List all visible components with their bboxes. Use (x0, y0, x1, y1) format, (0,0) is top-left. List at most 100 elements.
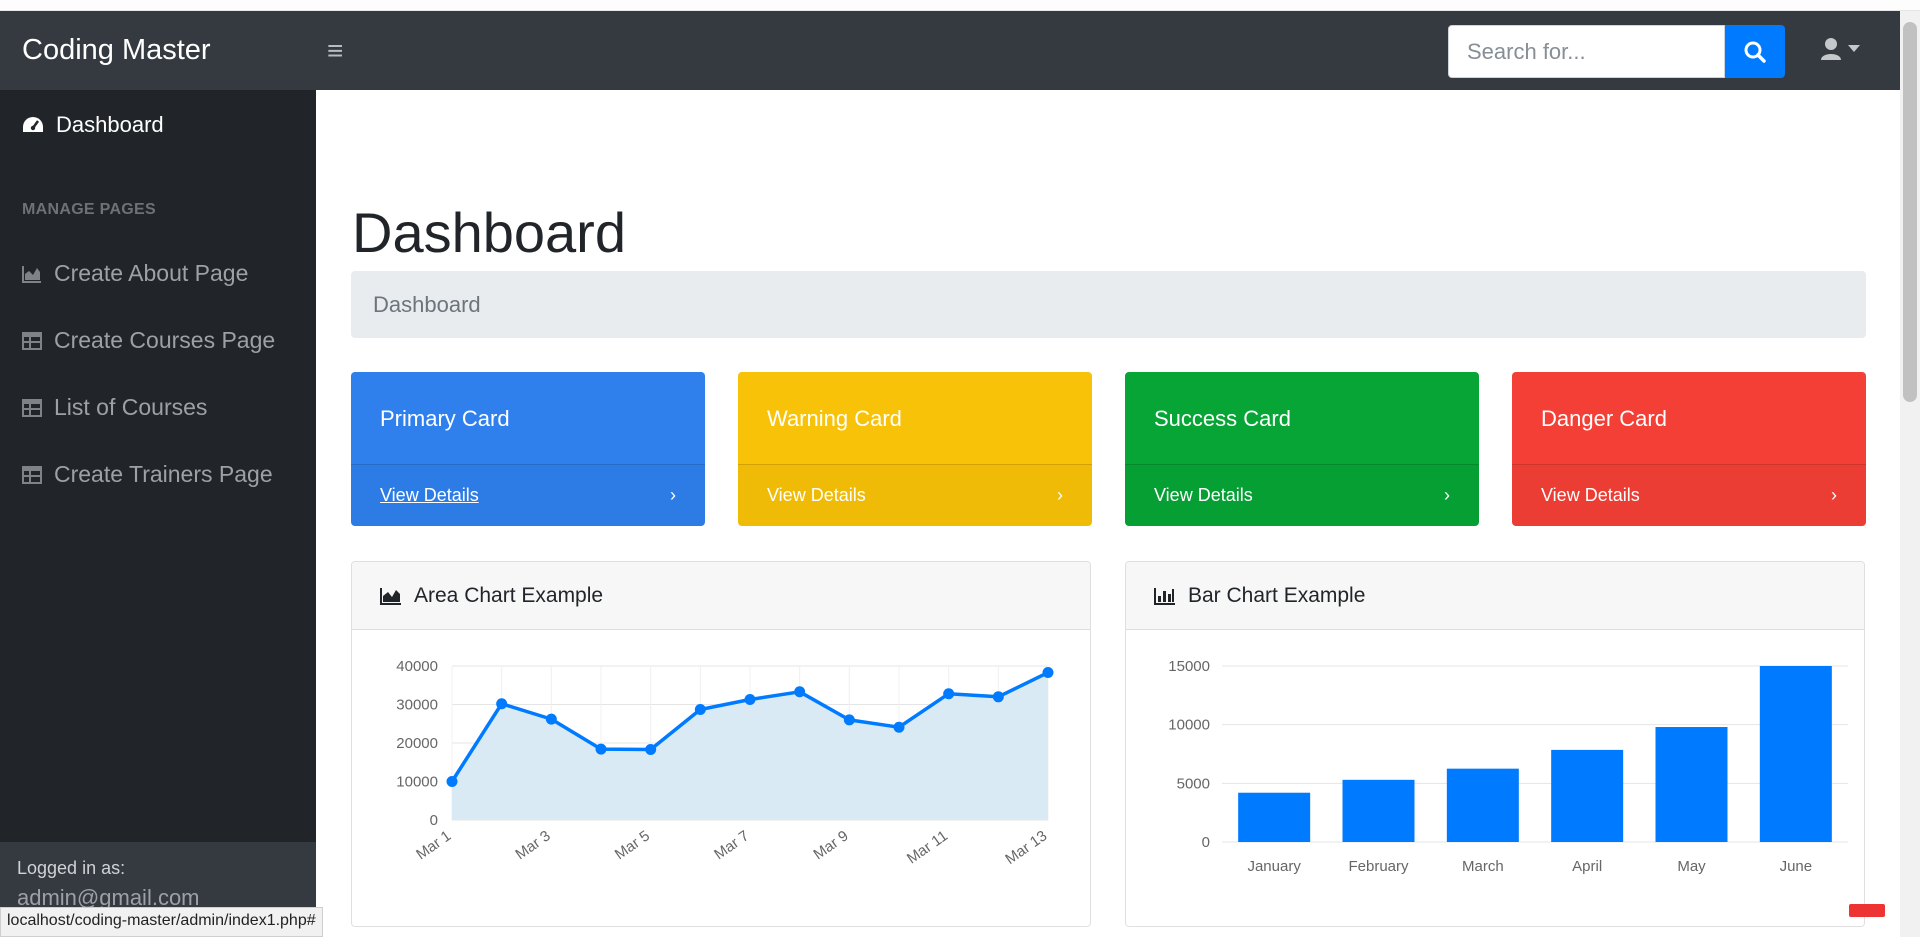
y-tick-label: 20000 (396, 735, 438, 752)
chevron-right-icon: › (1057, 485, 1063, 505)
bar-chart-card: Bar Chart Example 0 5000 10000 15000 January… (1125, 561, 1865, 927)
user-dropdown[interactable] (1820, 37, 1860, 61)
area-chart-card: Area Chart Example 0 10000 20000 30000 40000… (351, 561, 1091, 927)
data-point (645, 744, 657, 756)
page-title: Dashboard (352, 201, 626, 264)
x-tick-label: March (1462, 858, 1504, 875)
bar-chart: 0 5000 10000 15000 January February March April… (1168, 658, 1848, 875)
area-chart-icon (22, 265, 41, 283)
table-icon (22, 331, 42, 350)
sidebar-heading: MANAGE PAGES (22, 201, 156, 218)
card-footer[interactable]: View Details › (1512, 464, 1866, 526)
chevron-right-icon: › (670, 485, 676, 505)
chart-header: Bar Chart Example (1126, 562, 1864, 630)
chart-title: Area Chart Example (414, 583, 604, 607)
x-tick-label: January (1247, 858, 1301, 875)
sidebar-item-create-trainers[interactable]: Create Trainers Page (22, 461, 273, 488)
x-tick-label: February (1348, 858, 1409, 875)
data-point (992, 691, 1004, 703)
card-footer[interactable]: View Details › (738, 464, 1092, 526)
chevron-right-icon: › (1444, 485, 1450, 505)
brand-logo[interactable]: Coding Master (22, 34, 312, 67)
sidebar-item-create-about[interactable]: Create About Page (22, 260, 248, 287)
menu-toggle-icon[interactable]: ≡ (327, 35, 367, 67)
card-title: Danger Card (1541, 406, 1667, 431)
browser-status-bar: localhost/coding-master/admin/index1.php… (0, 907, 323, 937)
y-tick-label: 10000 (1168, 717, 1210, 734)
y-tick-label: 40000 (396, 658, 438, 675)
view-details-link[interactable]: View Details (1541, 485, 1640, 506)
bar (1238, 792, 1311, 842)
area-chart: 0 10000 20000 30000 40000 Mar 1 Mar 3 Mar 5 Mar … (396, 658, 1054, 868)
x-tick-label: Mar 1 (413, 827, 454, 863)
view-details-link[interactable]: View Details (380, 485, 479, 506)
y-tick-label: 15000 (1168, 658, 1210, 675)
x-tick-label: Mar 13 (1002, 827, 1050, 868)
y-tick-label: 0 (430, 812, 438, 829)
x-tick-label: Mar 5 (612, 827, 653, 863)
sidebar-item-label: Create Courses Page (54, 327, 276, 353)
sidebar-item-label: Create About Page (54, 260, 249, 286)
data-point (496, 698, 508, 710)
primary-card: Primary Card View Details › (351, 372, 705, 526)
caret-down-icon (1848, 45, 1860, 52)
search-icon (1744, 41, 1766, 63)
sidebar-item-list-courses[interactable]: List of Courses (22, 394, 207, 421)
chevron-right-icon: › (1831, 485, 1837, 505)
table-icon (22, 465, 42, 484)
table-icon (22, 398, 42, 417)
browser-top-edge (0, 0, 1920, 11)
sidebar-item-label: Create Trainers Page (54, 461, 273, 487)
data-point (595, 743, 607, 755)
bar-chart-icon (1154, 587, 1175, 605)
data-point (744, 693, 756, 705)
top-navbar: Coding Master ≡ (0, 11, 1900, 90)
data-point (545, 713, 557, 725)
area-chart-icon (380, 587, 401, 605)
user-icon (1821, 38, 1841, 60)
search-input[interactable] (1448, 25, 1725, 78)
sidebar-item-dashboard[interactable]: Dashboard (22, 112, 164, 138)
search-form (1448, 25, 1785, 78)
chart-header: Area Chart Example (352, 562, 1090, 630)
bar (1342, 779, 1415, 842)
y-tick-label: 5000 (1177, 775, 1210, 792)
bar (1446, 768, 1519, 842)
search-button[interactable] (1725, 25, 1785, 78)
warning-card: Warning Card View Details › (738, 372, 1092, 526)
y-tick-label: 30000 (396, 697, 438, 714)
x-tick-label: June (1780, 858, 1813, 875)
view-details-link[interactable]: View Details (767, 485, 866, 506)
card-footer[interactable]: View Details › (351, 464, 705, 526)
card-footer[interactable]: View Details › (1125, 464, 1479, 526)
breadcrumb-item[interactable]: Dashboard (373, 292, 481, 318)
x-tick-label: May (1677, 858, 1706, 875)
view-details-link[interactable]: View Details (1154, 485, 1253, 506)
sidebar-item-label: Dashboard (56, 112, 164, 137)
data-point (843, 714, 855, 726)
main-content: Dashboard Dashboard Primary Card View De… (316, 90, 1900, 937)
data-point (943, 688, 955, 700)
data-point (1042, 667, 1054, 679)
x-tick-label: Mar 7 (711, 827, 752, 863)
scrollbar-thumb[interactable] (1903, 22, 1917, 402)
card-title: Success Card (1154, 406, 1291, 431)
corner-badge (1849, 904, 1885, 917)
x-tick-label: Mar 9 (810, 827, 851, 863)
bar (1759, 666, 1832, 842)
success-card: Success Card View Details › (1125, 372, 1479, 526)
x-tick-label: Mar 11 (904, 827, 951, 867)
logged-in-label: Logged in as: (17, 858, 126, 878)
sidebar-item-create-courses[interactable]: Create Courses Page (22, 327, 275, 354)
data-point (893, 721, 905, 733)
data-point (794, 686, 806, 698)
breadcrumb: Dashboard (351, 271, 1866, 338)
x-tick-label: Mar 3 (512, 827, 553, 863)
sidebar: Dashboard MANAGE PAGES Create About Page… (0, 90, 316, 937)
data-point (446, 776, 458, 787)
card-title: Primary Card (380, 406, 510, 431)
x-tick-label: April (1572, 858, 1602, 875)
bar (1551, 749, 1624, 842)
chart-title: Bar Chart Example (1188, 583, 1366, 607)
tachometer-icon (23, 117, 43, 132)
